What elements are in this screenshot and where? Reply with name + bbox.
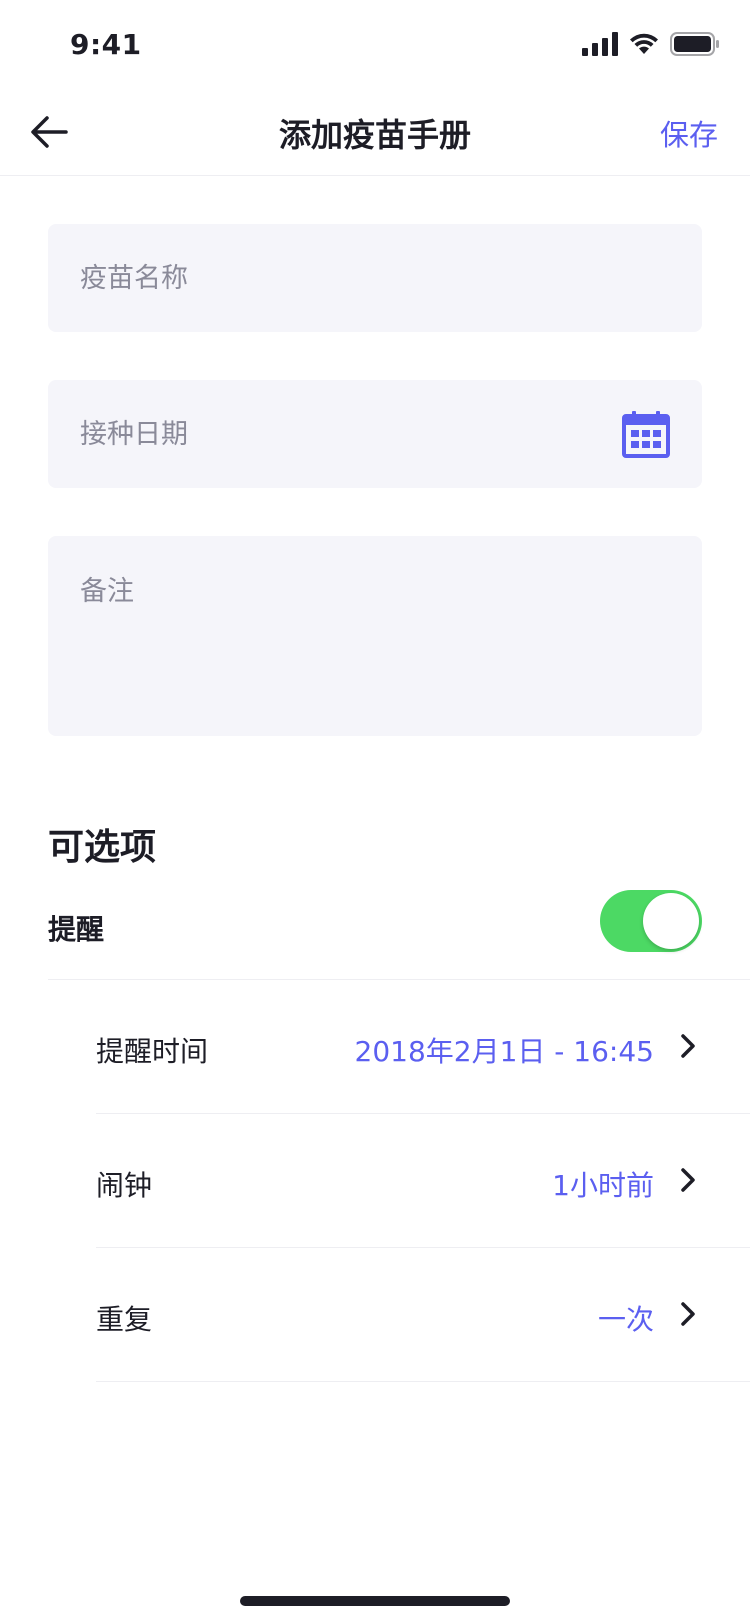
alarm-value: 1小时前 (552, 1169, 654, 1202)
chevron-right-icon (681, 1302, 695, 1326)
vaccine-name-input[interactable] (48, 224, 702, 332)
home-indicator (240, 1596, 510, 1606)
vaccination-date-input[interactable] (48, 380, 702, 488)
reminder-toggle[interactable] (600, 890, 702, 952)
cellular-signal-icon (582, 32, 618, 56)
page-title: 添加疫苗手册 (278, 116, 471, 154)
calendar-button[interactable] (622, 410, 670, 458)
reminder-time-value: 2018年2月1日 - 16:45 (354, 1035, 654, 1068)
note-textarea[interactable] (48, 536, 702, 736)
chevron-right-icon (681, 1034, 695, 1058)
calendar-icon (622, 411, 670, 458)
alarm-label: 闹钟 (96, 1169, 153, 1202)
vaccination-date-field (48, 380, 702, 488)
repeat-value: 一次 (597, 1303, 654, 1336)
reminder-label: 提醒 (48, 913, 105, 946)
toggle-knob (643, 893, 699, 949)
screen: 9:41 添加疫苗手册 保存 疫苗名称 接种日期 备注 可选项 提醒 提醒时间 … (0, 0, 750, 1624)
status-icons (582, 32, 720, 56)
status-bar: 9:41 (0, 0, 750, 88)
reminder-time-label: 提醒时间 (96, 1035, 209, 1068)
status-time: 9:41 (70, 28, 142, 61)
save-button[interactable]: 保存 (660, 112, 718, 154)
reminder-row: 提醒 (48, 884, 750, 980)
reminder-time-row[interactable]: 提醒时间 2018年2月1日 - 16:45 (96, 980, 750, 1114)
repeat-label: 重复 (96, 1303, 153, 1336)
wifi-icon (630, 33, 658, 54)
alarm-row[interactable]: 闹钟 1小时前 (96, 1114, 750, 1248)
chevron-right-icon (681, 1168, 695, 1192)
repeat-row[interactable]: 重复 一次 (96, 1248, 750, 1382)
optional-section-title: 可选项 (48, 827, 157, 868)
battery-icon (670, 32, 719, 56)
nav-bar: 添加疫苗手册 保存 (0, 88, 750, 176)
